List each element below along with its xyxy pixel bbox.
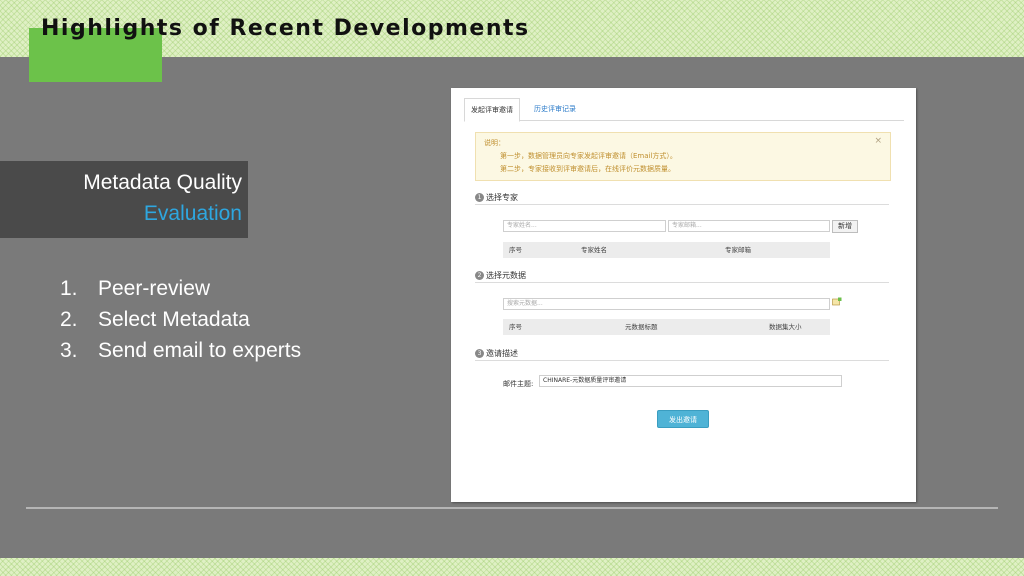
step-text: Peer-review [98, 277, 211, 300]
expert-name-input[interactable]: 专家姓名... [503, 220, 666, 232]
heading-line-1: Metadata Quality [83, 171, 242, 194]
column-header: 序号 [509, 246, 522, 254]
footer-band [0, 558, 1024, 576]
column-header: 序号 [509, 323, 522, 331]
footer-divider [26, 507, 998, 509]
instruction-notice: 说明： 第一步，数据管理员向专家发起评审邀请（Email方式）。 第二步，专家接… [475, 132, 891, 181]
send-invitation-button[interactable]: 发出邀请 [657, 410, 709, 428]
notice-title: 说明： [484, 139, 505, 147]
steps-list: 1. Peer-review 2. Select Metadata 3. Send e… [60, 273, 301, 366]
section-number-badge: 3 [475, 349, 484, 358]
section-number-badge: 2 [475, 271, 484, 280]
section-title: 选择专家 [486, 193, 518, 202]
review-form-screenshot: 发起评审邀请 历史评审记录 说明： 第一步，数据管理员向专家发起评审邀请（Ema… [451, 88, 916, 502]
tab-send-invitation[interactable]: 发起评审邀请 [464, 98, 520, 122]
notice-step-2: 第二步，专家接收到评审邀请后，在线评价元数据质量。 [500, 165, 675, 173]
metadata-table-header: 序号 元数据标题 数据集大小 [503, 319, 830, 335]
email-subject-input[interactable]: CHINARE-元数据质量评审邀请 [539, 375, 842, 387]
add-expert-button[interactable]: 新增 [832, 220, 858, 233]
add-metadata-icon[interactable] [832, 297, 842, 306]
column-header: 专家邮箱 [725, 246, 751, 254]
step-number: 2. [60, 308, 78, 331]
tab-bar: 发起评审邀请 历史评审记录 [464, 98, 904, 122]
metadata-search-input[interactable]: 搜索元数据... [503, 298, 830, 310]
slide-title: Highlights of Recent Developments [41, 16, 530, 41]
heading-line-2: Evaluation [143, 202, 242, 225]
section-select-experts: 1 选择专家 [475, 192, 889, 205]
step-number: 1. [60, 277, 78, 300]
experts-table-header: 序号 专家姓名 专家邮箱 [503, 242, 830, 258]
step-text: Select Metadata [98, 308, 250, 331]
column-header: 专家姓名 [581, 246, 607, 254]
tab-review-history[interactable]: 历史评审记录 [528, 98, 582, 120]
section-heading: Metadata Quality Evaluation [0, 161, 248, 238]
step-item: 3. Send email to experts [60, 335, 301, 366]
step-item: 1. Peer-review [60, 273, 301, 304]
section-title: 邀请描述 [486, 349, 518, 358]
notice-step-1: 第一步，数据管理员向专家发起评审邀请（Email方式）。 [500, 152, 677, 160]
section-select-metadata: 2 选择元数据 [475, 270, 889, 283]
close-icon[interactable]: × [874, 136, 882, 146]
step-item: 2. Select Metadata [60, 304, 301, 335]
column-header: 元数据标题 [625, 323, 658, 331]
expert-email-input[interactable]: 专家邮箱... [668, 220, 830, 232]
section-number-badge: 1 [475, 193, 484, 202]
step-number: 3. [60, 339, 78, 362]
section-title: 选择元数据 [486, 271, 526, 280]
column-header: 数据集大小 [769, 323, 802, 331]
email-subject-label: 邮件主题: [503, 380, 534, 388]
section-invitation-description: 3 邀请描述 [475, 348, 889, 361]
step-text: Send email to experts [98, 339, 302, 362]
